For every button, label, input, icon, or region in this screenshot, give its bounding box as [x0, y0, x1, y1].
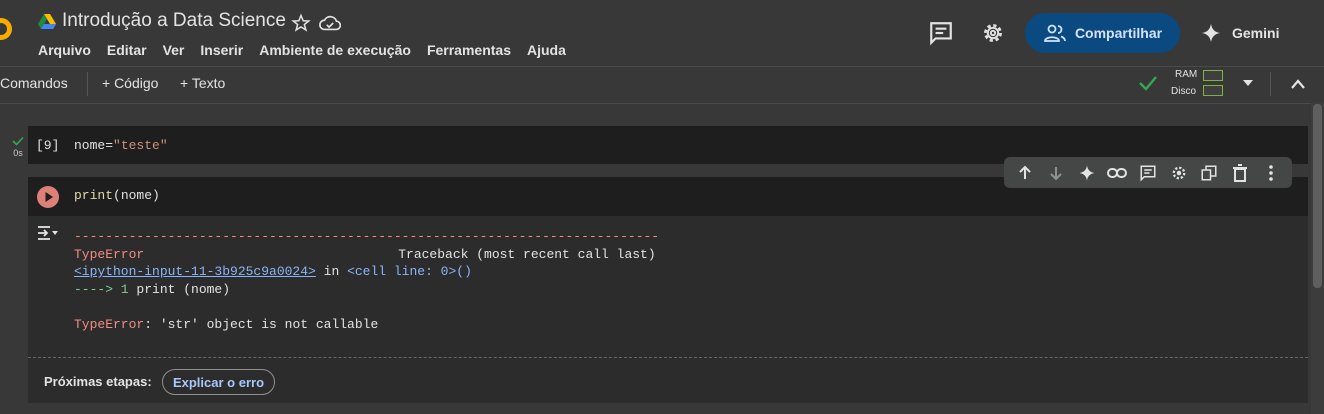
traceback-code: print (nome)	[128, 281, 231, 297]
move-up-icon[interactable]	[1015, 163, 1035, 183]
traceback-header: TypeError Traceback (most recent call las…	[74, 246, 659, 264]
cell-output: ----------------------------------------…	[74, 228, 659, 333]
link-icon[interactable]	[1107, 163, 1128, 183]
in-word: in	[315, 264, 348, 279]
connected-check-icon	[1139, 76, 1157, 91]
more-vert-icon[interactable]	[1261, 163, 1281, 183]
ipython-input-link[interactable]: <ipython-input-11-3b925c9a0024>	[74, 264, 316, 279]
cell-code[interactable]: print(nome)	[74, 188, 160, 203]
disk-label: Disco	[1171, 86, 1197, 97]
play-icon	[45, 192, 53, 202]
cell-line: <cell line: 0>()	[347, 264, 472, 279]
settings-gear-icon[interactable]	[980, 20, 1006, 46]
traceback-dashes: ----------------------------------------…	[74, 229, 660, 244]
gear-icon[interactable]	[1169, 163, 1189, 183]
menu-bar: Arquivo Editar Ver Inserir Ambiente de e…	[38, 42, 566, 58]
toolbar-divider	[87, 72, 88, 96]
mirror-cell-icon[interactable]	[1199, 163, 1219, 183]
run-cell-button[interactable]	[37, 186, 59, 208]
menu-ferramentas[interactable]: Ferramentas	[427, 42, 511, 58]
disk-usage-bar[interactable]	[1203, 85, 1223, 96]
star-icon[interactable]	[291, 13, 311, 33]
output-separator	[28, 357, 1308, 358]
traceback-label: Traceback (most recent call last)	[398, 246, 656, 262]
delete-icon[interactable]	[1230, 163, 1250, 183]
error-text: : 'str' object is not callable	[144, 316, 379, 332]
chevron-up-icon[interactable]	[1290, 77, 1306, 91]
toolbar-divider	[1270, 72, 1271, 96]
next-steps-label: Próximas etapas:	[44, 374, 152, 389]
gemini-sparkle-icon	[1201, 23, 1221, 43]
cell-exec-status: 0s	[10, 136, 26, 158]
success-check-icon	[12, 136, 24, 146]
resources-dropdown-icon[interactable]	[1241, 78, 1255, 88]
exec-count: [9]	[36, 138, 60, 153]
add-code-button[interactable]: + Código	[102, 75, 158, 91]
menu-editar[interactable]: Editar	[107, 42, 147, 58]
cell-toolbar	[1004, 157, 1292, 188]
menu-inserir[interactable]: Inserir	[200, 42, 243, 58]
menu-ajuda[interactable]: Ajuda	[527, 42, 566, 58]
add-text-button[interactable]: + Texto	[180, 75, 225, 91]
scrollbar-thumb[interactable]	[1313, 104, 1322, 288]
traceback-line: ----> 1 print (nome)	[74, 281, 659, 299]
cloud-saved-icon[interactable]	[319, 13, 341, 33]
share-button[interactable]: Compartilhar	[1025, 13, 1180, 53]
error-type: TypeError	[74, 246, 145, 262]
comment-icon[interactable]	[1138, 163, 1158, 183]
share-label: Compartilhar	[1074, 25, 1163, 41]
traceback-arrow: ----> 1	[74, 281, 129, 297]
cell-code[interactable]: nome="teste"	[74, 138, 168, 153]
error-message: TypeError: 'str' object is not callable	[74, 316, 659, 334]
move-down-icon[interactable]	[1046, 163, 1066, 183]
explain-error-button[interactable]: Explicar o erro	[162, 369, 275, 395]
code-function: print	[74, 188, 114, 203]
menu-ambiente[interactable]: Ambiente de execução	[259, 42, 411, 58]
code-args: (nome)	[113, 188, 160, 203]
notebook-title[interactable]: Introdução a Data Science	[62, 10, 286, 32]
gemini-button[interactable]: Gemini	[1200, 13, 1279, 53]
comments-icon[interactable]	[928, 20, 954, 46]
output-actions-icon[interactable]	[37, 224, 59, 242]
people-icon	[1044, 24, 1066, 42]
commands-button[interactable]: Comandos	[0, 75, 68, 91]
code-string: "teste"	[113, 138, 168, 153]
ram-usage-bar[interactable]	[1203, 70, 1223, 81]
exec-time: 0s	[13, 148, 23, 158]
gemini-sparkle-icon[interactable]	[1077, 163, 1097, 183]
ram-label: RAM	[1175, 69, 1198, 80]
traceback-location: <ipython-input-11-3b925c9a0024> in <cell…	[74, 263, 659, 281]
menu-arquivo[interactable]: Arquivo	[38, 42, 91, 58]
gemini-label: Gemini	[1232, 25, 1280, 41]
error-type-final: TypeError	[74, 316, 145, 332]
code-text: nome=	[74, 138, 114, 153]
drive-icon	[38, 14, 56, 29]
menu-ver[interactable]: Ver	[163, 42, 185, 58]
